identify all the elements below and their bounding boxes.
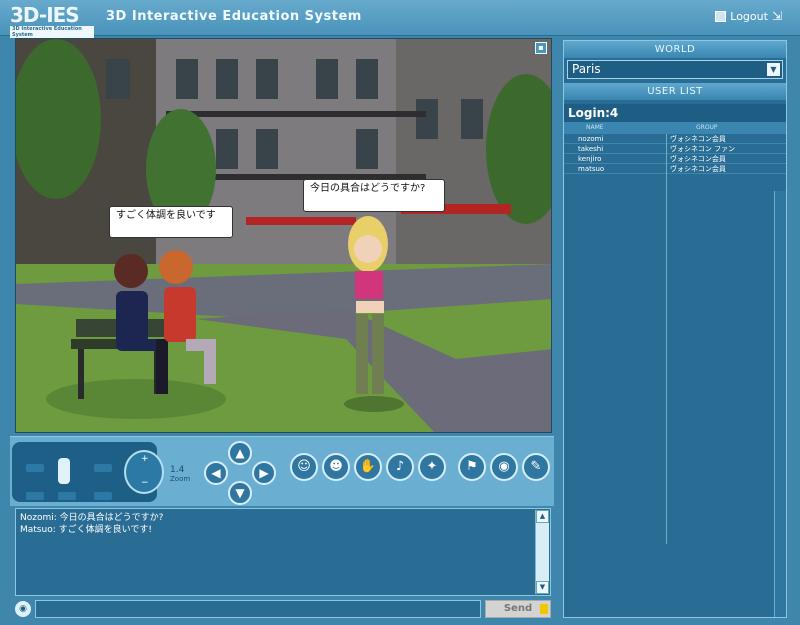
chat-line: Nozomi: 今日の具合はどうですか?: [20, 513, 164, 523]
user-list-header: NAME GROUP: [564, 122, 786, 134]
user-name: kenjiro: [578, 155, 602, 163]
zoom-readout: 1.4 Zoom: [170, 465, 190, 483]
chat-input[interactable]: [35, 600, 481, 618]
chevron-down-icon[interactable]: ▼: [767, 63, 780, 76]
move-right-button[interactable]: ▶: [252, 461, 276, 485]
scroll-down-icon[interactable]: ▼: [536, 581, 549, 594]
send-label: Send: [503, 603, 533, 614]
user-list: nozomi ヴォシネコン会員 takeshi ヴォシネコン ファン kenji…: [564, 134, 786, 544]
user-name: takeshi: [578, 145, 604, 153]
scene-viewport[interactable]: ▪ すごく体調を良いです 今日の具合はどうですか?: [15, 38, 552, 433]
camera-slot-1[interactable]: [26, 464, 44, 472]
chat-scrollbar[interactable]: ▲ ▼: [535, 510, 549, 594]
user-group: ヴォシネコン会員: [670, 165, 726, 173]
world-header: WORLD: [564, 41, 786, 58]
zoom-value: 1.4: [170, 465, 185, 475]
world-select[interactable]: Paris ▼: [567, 60, 783, 79]
chat-input-row: ◉ Send: [15, 600, 551, 618]
action-2-button[interactable]: ◉: [490, 453, 518, 481]
userlist-header: USER LIST: [564, 83, 786, 100]
logout-icon: ⇲: [771, 9, 782, 23]
user-group: ヴォシネコン会員: [670, 155, 726, 163]
camera-slot-5[interactable]: [58, 492, 76, 500]
chat-mode-icon[interactable]: ◉: [15, 601, 31, 617]
logout-checkbox[interactable]: [715, 10, 727, 22]
login-count: Login:4: [564, 104, 786, 122]
user-list-scrollbar[interactable]: [774, 191, 786, 617]
user-name: nozomi: [578, 135, 604, 143]
emote-4-button[interactable]: ♪: [386, 453, 414, 481]
camera-dial[interactable]: + −: [124, 450, 164, 494]
move-left-button[interactable]: ◀: [204, 461, 228, 485]
user-row[interactable]: takeshi ヴォシネコン ファン: [564, 144, 786, 154]
chat-log: Nozomi: 今日の具合はどうですか? Matsuo: すごく体調を良いです!…: [15, 508, 551, 596]
camera-slot-6[interactable]: [94, 492, 112, 500]
speech-bubble-left: すごく体調を良いです: [109, 206, 233, 238]
app-title: 3D Interactive Education System: [106, 9, 362, 24]
camera-slot-3[interactable]: [94, 464, 112, 472]
emote-3-button[interactable]: ✋: [354, 453, 382, 481]
scroll-up-icon[interactable]: ▲: [536, 510, 549, 523]
right-panel: WORLD Paris ▼ USER LIST Login:4 NAME GRO…: [563, 40, 787, 618]
camera-slot-2[interactable]: [58, 458, 70, 484]
camera-slot-4[interactable]: [26, 492, 44, 500]
send-indicator: [540, 604, 548, 614]
action-1-button[interactable]: ⚑: [458, 453, 486, 481]
zoom-label: Zoom: [170, 475, 191, 483]
camera-slot-panel: + −: [12, 442, 164, 502]
expand-view-icon[interactable]: ▪: [535, 42, 547, 54]
dial-minus-icon: −: [141, 478, 149, 488]
col-group: GROUP: [696, 124, 718, 131]
action-3-button[interactable]: ✎: [522, 453, 550, 481]
user-row[interactable]: nozomi ヴォシネコン会員: [564, 134, 786, 144]
emote-2-button[interactable]: ☻: [322, 453, 350, 481]
move-up-button[interactable]: ▲: [228, 441, 252, 465]
world-select-value: Paris: [572, 62, 601, 76]
col-name: NAME: [586, 124, 604, 131]
logout-label: Logout: [730, 9, 768, 23]
user-group: ヴォシネコン会員: [670, 135, 726, 143]
user-name: matsuo: [578, 165, 605, 173]
user-group: ヴォシネコン ファン: [670, 145, 736, 153]
chat-line: Matsuo: すごく体調を良いです!: [20, 525, 152, 535]
dial-plus-icon: +: [141, 454, 149, 464]
user-row[interactable]: kenjiro ヴォシネコン会員: [564, 154, 786, 164]
logout-button[interactable]: Logout ⇲: [715, 9, 782, 23]
send-button[interactable]: Send: [485, 600, 551, 618]
column-divider: [666, 134, 667, 544]
user-row[interactable]: matsuo ヴォシネコン会員: [564, 164, 786, 174]
speech-bubble-right: 今日の具合はどうですか?: [303, 179, 445, 212]
movement-dpad: ▲ ◀ ▶ ▼: [200, 439, 280, 505]
move-down-button[interactable]: ▼: [228, 481, 252, 505]
emote-5-button[interactable]: ✦: [418, 453, 446, 481]
app-logo: 3D-IES 3D Interactive Education System: [10, 4, 94, 38]
app-header: 3D-IES 3D Interactive Education System 3…: [0, 0, 800, 38]
emote-1-button[interactable]: ☺: [290, 453, 318, 481]
control-bar: + − 1.4 Zoom ▲ ◀ ▶ ▼ ☺ ☻ ✋ ♪ ✦ ⚑ ◉ ✎: [10, 436, 554, 506]
